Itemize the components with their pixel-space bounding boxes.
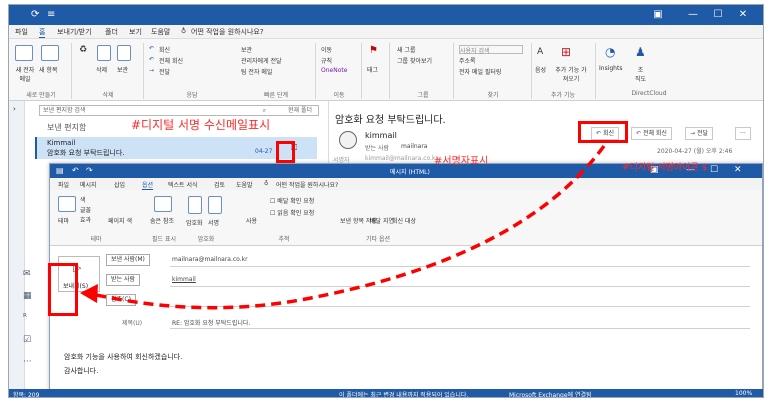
annotation-arrow — [80, 144, 606, 310]
